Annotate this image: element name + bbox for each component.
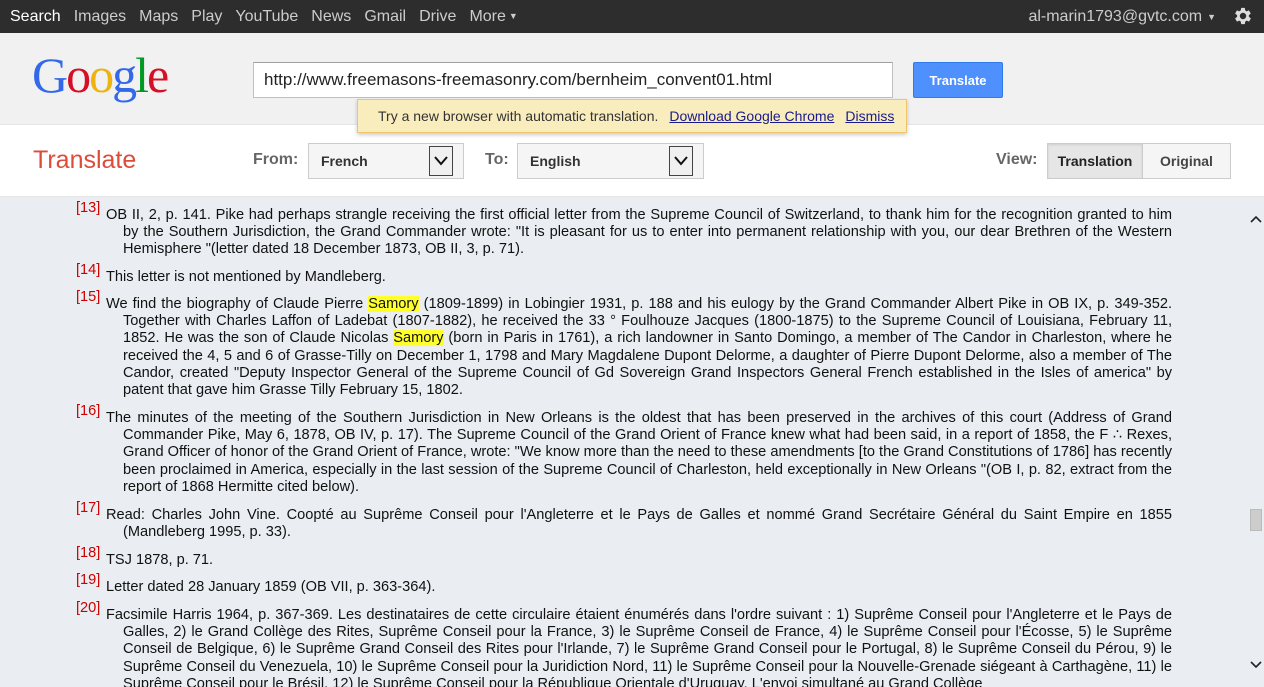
url-input[interactable]: [253, 62, 893, 98]
footnote-text: OB II, 2, p. 141. Pike had perhaps stran…: [106, 207, 1172, 258]
footnote-number[interactable]: [17]: [76, 500, 100, 517]
chevron-down-icon: [429, 146, 453, 176]
footnote-15: [15] We find the biography of Claude Pier…: [76, 289, 1172, 399]
caret-down-icon: ▼: [1207, 11, 1216, 22]
search-highlight: Samory: [368, 296, 419, 312]
logo-letter: G: [32, 47, 68, 103]
gbar-more-menu[interactable]: More ▼: [469, 8, 517, 26]
footnote-number[interactable]: [15]: [76, 289, 100, 306]
gbar-more-label: More: [469, 7, 506, 25]
footnote-number[interactable]: [14]: [76, 262, 100, 279]
view-translation-button[interactable]: Translation: [1047, 143, 1143, 179]
footnote-text: TSJ 1878, p. 71.: [106, 552, 214, 568]
footnote-19: [19] Letter dated 28 January 1859 (OB VII…: [76, 572, 1172, 596]
scrollbar-thumb[interactable]: [1250, 509, 1262, 531]
to-language-select[interactable]: English: [517, 143, 704, 179]
footnote-number[interactable]: [16]: [76, 403, 100, 420]
notice-text: Try a new browser with automatic transla…: [378, 108, 659, 124]
scroll-up-icon[interactable]: [1248, 211, 1264, 227]
download-chrome-link[interactable]: Download Google Chrome: [669, 108, 834, 124]
browser-notice: Try a new browser with automatic transla…: [357, 99, 907, 133]
account-menu[interactable]: al-marin1793@gvtc.com ▼: [1028, 0, 1216, 33]
footnote-13: [13] OB II, 2, p. 141. Pike had perhaps s…: [76, 200, 1172, 259]
google-bar: Search Images Maps Play YouTube News Gma…: [0, 0, 1264, 33]
translated-content: [13] OB II, 2, p. 141. Pike had perhaps s…: [0, 197, 1248, 687]
chevron-down-icon: [669, 146, 693, 176]
gbar-link-gmail[interactable]: Gmail: [364, 8, 406, 26]
caret-down-icon: ▼: [508, 10, 518, 21]
from-language-select[interactable]: French: [308, 143, 464, 179]
from-language-value: French: [321, 153, 368, 169]
gbar-link-search[interactable]: Search: [10, 8, 61, 26]
logo-letter: l: [135, 47, 149, 103]
vertical-scrollbar[interactable]: [1248, 197, 1264, 687]
to-language-value: English: [530, 153, 581, 169]
view-label: View:: [996, 151, 1038, 168]
translate-button[interactable]: Translate: [913, 62, 1003, 98]
footnote-number[interactable]: [18]: [76, 545, 100, 562]
footnote-text: This letter is not mentioned by Mandlebe…: [106, 269, 386, 285]
gbar-link-images[interactable]: Images: [74, 8, 126, 26]
footnote-text: We find the biography of Claude Pierre: [106, 296, 369, 312]
gear-icon[interactable]: [1232, 5, 1254, 27]
footnote-16: [16] The minutes of the meeting of the So…: [76, 403, 1172, 496]
google-bar-links: Search Images Maps Play YouTube News Gma…: [10, 0, 531, 33]
gbar-link-drive[interactable]: Drive: [419, 8, 456, 26]
logo-letter: o: [89, 47, 114, 103]
dismiss-link[interactable]: Dismiss: [845, 108, 894, 124]
footnote-number[interactable]: [19]: [76, 572, 100, 589]
logo-letter: g: [112, 47, 137, 103]
page-title: Translate: [33, 146, 137, 174]
account-email: al-marin1793@gvtc.com: [1028, 7, 1203, 25]
footnote-14: [14] This letter is not mentioned by Mand…: [76, 262, 1172, 286]
footnote-number[interactable]: [20]: [76, 600, 100, 617]
search-highlight: Samory: [393, 330, 444, 347]
scroll-down-icon[interactable]: [1248, 657, 1264, 673]
footnote-text: Read: Charles John Vine. Coopté au Suprê…: [106, 507, 1172, 541]
footnote-20: [20] Facsimile Harris 1964, p. 367-369. L…: [76, 600, 1172, 687]
footnote-text: Letter dated 28 January 1859 (OB VII, p.…: [106, 579, 436, 595]
footnote-text: The minutes of the meeting of the Southe…: [106, 410, 1172, 495]
footnote-17: [17] Read: Charles John Vine. Coopté au S…: [76, 500, 1172, 541]
to-label: To:: [485, 151, 509, 168]
logo-letter: o: [66, 47, 91, 103]
google-logo[interactable]: Google: [32, 47, 169, 103]
footnote-text: Facsimile Harris 1964, p. 367-369. Les d…: [106, 607, 1172, 687]
footnote-number[interactable]: [13]: [76, 200, 100, 217]
gbar-link-news[interactable]: News: [311, 8, 351, 26]
translate-toolbar: Translate From: French To: English View:…: [0, 126, 1264, 197]
gbar-link-maps[interactable]: Maps: [139, 8, 178, 26]
view-original-button[interactable]: Original: [1142, 143, 1231, 179]
from-label: From:: [253, 151, 299, 168]
footnote-18: [18] TSJ 1878, p. 71.: [76, 545, 1172, 569]
logo-letter: e: [147, 47, 169, 103]
gbar-link-play[interactable]: Play: [191, 8, 222, 26]
gbar-link-youtube[interactable]: YouTube: [235, 8, 298, 26]
